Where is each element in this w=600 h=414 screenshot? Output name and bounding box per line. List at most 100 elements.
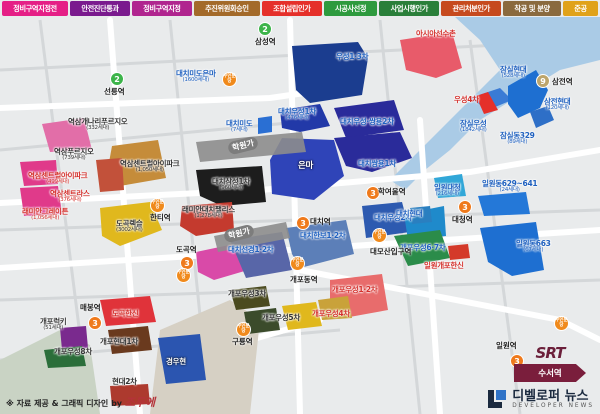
station-daechi[interactable]: 대치역 (310, 216, 331, 227)
legend-item-8: 착공 및 분양 (503, 1, 561, 16)
station-seolleung[interactable]: 선릉역 (104, 86, 125, 97)
label-ilwon663[interactable]: 일원동663 (67세대) (516, 240, 551, 254)
label-daechiwoosung1-sub: (476세대) (285, 114, 309, 121)
credit-signature: 조두에 (124, 396, 156, 409)
label-jamsil329[interactable]: 잠실동329 (89세대) (500, 132, 535, 146)
label-daechihansung12[interactable]: 대치한보1·2차 (300, 232, 346, 240)
label-dogokhanshin[interactable]: 도곡한신 (112, 310, 139, 318)
bundang-badge-5: 수인분당 (372, 228, 387, 243)
label-gaepolucky[interactable]: 개포럭키 (51세대) (40, 318, 67, 332)
map-page: { "legend": [ {"label":"정비구역지정전","color"… (0, 0, 600, 414)
station-hanti[interactable]: 한티역 (150, 212, 171, 223)
station-maebong[interactable]: 매봉역 (80, 302, 101, 313)
credit-body: ※ 자료 제공 & 그래픽 디자인 by (6, 399, 123, 408)
bundang-badge-3: 수인분당 (176, 268, 191, 283)
bundang-badge-2: 수인분당 (150, 198, 165, 213)
line3-badge-daechi: 3 (296, 216, 310, 230)
legend-item-0: 정비구역지정전 (2, 1, 69, 16)
station-guryong[interactable]: 구룡역 (232, 336, 253, 347)
label-yeoksamsentrepas-sub: (1,050세대) (135, 166, 164, 173)
legend-item-7: 관리처분인가 (441, 1, 502, 16)
label-daechiseonkyung12[interactable]: 대치선경1·2차 (228, 246, 274, 254)
label-hyundai2[interactable]: 현대2차 (112, 378, 137, 386)
label-daechiwoosung1[interactable]: 대치우성1차 (476세대) (278, 108, 316, 122)
station-daecheong[interactable]: 대청역 (452, 214, 473, 225)
label-yeoksamgaenari[interactable]: 역삼개나리푸르지오 (332세대) (68, 118, 128, 132)
label-daechimidoeun-sub: (1600세대) (182, 76, 210, 83)
legend-item-2: 정비구역지정 (131, 1, 192, 16)
label-gaepowoosung12[interactable]: 개포우성1·2차 (332, 286, 378, 294)
label-yeoksamcentrepas-sub: (376세대) (58, 196, 82, 203)
complex-ilwonhanshin (448, 244, 470, 260)
label-daechisamsung1[interactable]: 대치삼성1차 (960세대) (212, 178, 250, 192)
credit-text: ※ 자료 제공 & 그래픽 디자인 by 조두에 (6, 394, 155, 410)
label-ilwonhanshin[interactable]: 일원개포한신 (424, 262, 464, 270)
label-woosung1-3[interactable]: 우성1·3차 (336, 53, 368, 61)
legend-item-9: 준공 (562, 1, 598, 16)
label-jamsilhyundai[interactable]: 잠실현대 (528세대) (500, 66, 527, 80)
label-yeoksamgaenari-sub: (332세대) (86, 124, 110, 131)
label-dogokrexle[interactable]: 도곡렉슬 (3002세대) (116, 220, 143, 234)
brand-name: 디벨로퍼 뉴스 (512, 388, 589, 404)
line3-badge-maebong: 3 (88, 316, 102, 330)
complex-asiaseonsu (400, 32, 462, 78)
legend-item-3: 추진위원회승인 (193, 1, 260, 16)
bundang-badge-6: 수인분당 (554, 316, 569, 331)
label-asiaseonsu[interactable]: 아시아선수촌 (416, 30, 456, 38)
label-ilwonhyundai[interactable]: 일원대청 (216세대) (434, 184, 461, 198)
label-gaepowoosung8[interactable]: 개포우성8차 (54, 348, 92, 356)
station-hakyeoul[interactable]: 학여울역 (378, 186, 406, 197)
label-woosung4[interactable]: 우성4차 (454, 96, 479, 104)
label-eunma[interactable]: 은마 (298, 162, 313, 171)
label-daechisamsung1-sub: (960세대) (219, 184, 243, 191)
label-daechihyundai[interactable]: 대치현대 (396, 210, 423, 218)
label-rahdaechi-palace-sub: (1,278세대) (194, 212, 223, 219)
label-gaepowoosung3[interactable]: 개포우성3차 (228, 290, 266, 298)
bundang-badge-1: 수인분당 (222, 72, 237, 87)
bundang-badge-7: 수인분당 (236, 322, 251, 337)
line2-badge-seolleung: 2 (110, 72, 124, 86)
label-yeoksamcentrepas[interactable]: 역삼센트라스 (376세대) (50, 190, 90, 204)
label-daechissangyong1[interactable]: 대치쌍용1차 (358, 160, 396, 168)
label-jamsilhyundai-sub: (528세대) (501, 72, 526, 79)
label-yeoksampurgio-sub: (739세대) (62, 154, 86, 161)
line2-badge-samsung: 2 (258, 22, 272, 36)
label-samjeonhyundai-sub: (120세대) (545, 104, 570, 111)
label-samjeonhyundai[interactable]: 삼전현대 (120세대) (544, 98, 571, 112)
developer-news-logo-icon (488, 390, 507, 408)
brand-sub: DEVELOPER NEWS (512, 402, 594, 409)
label-jamsilwoosung-sub: (1842세대) (460, 126, 487, 133)
label-yeoksampurgio[interactable]: 역삼푸르지오 (739세대) (54, 148, 94, 162)
station-gaepodong[interactable]: 개포동역 (290, 274, 318, 285)
legend-item-5: 시공사선정 (323, 1, 378, 16)
label-ilwon629[interactable]: 일원동629~641 (24세대) (482, 180, 538, 194)
station-dogok[interactable]: 도곡역 (176, 244, 197, 255)
label-daechimiji-sub: (7세대) (230, 126, 248, 133)
label-rahgrand[interactable]: 래미안그레이튼 (1,056세대) (22, 208, 69, 222)
label-gaepogyeongwoo[interactable]: 경우현 (166, 358, 186, 366)
label-yeoksamsentral[interactable]: 역삼센트럴아이파크 (499세대) (28, 172, 88, 186)
legend-item-6: 사업시행인가 (379, 1, 440, 16)
label-jamsilwoosung[interactable]: 잠실우성 (1842세대) (460, 120, 487, 134)
label-ilwon629-sub: (24세대) (499, 186, 520, 193)
station-daemosan[interactable]: 대모산입구역 (370, 246, 411, 257)
label-gaepohyundai1[interactable]: 개포현대1차 (100, 338, 138, 346)
developer-news-brand: 디벨로퍼 뉴스 DEVELOPER NEWS (486, 388, 594, 410)
station-samjeon[interactable]: 삼전역 (552, 76, 573, 87)
label-dogokrexle-sub: (3002세대) (116, 226, 143, 233)
line3-badge-daecheong: 3 (458, 200, 472, 214)
label-daechimiji[interactable]: 대치미도 (7세대) (226, 120, 253, 134)
srt-arrow-label: 수서역 (514, 364, 586, 382)
legend-item-1: 안전진단통과 (70, 1, 130, 16)
label-gaepolucky-sub: (51세대) (43, 324, 64, 331)
label-daechimidoeun[interactable]: 대치미도은마 (1600세대) (176, 70, 216, 84)
srt-logo: SRT (535, 344, 566, 362)
srt-suseo[interactable]: SRT 수서역 (514, 344, 586, 382)
label-rahdaechi-palace[interactable]: 래미안대치팰리스 (1,278세대) (182, 206, 235, 220)
label-gaepowoosung4[interactable]: 개포우성4차 (312, 310, 350, 318)
label-gaepowoosung5[interactable]: 개포우성5차 (262, 314, 300, 322)
legend-bar: 정비구역지정전 안전진단통과 정비구역지정 추진위원회승인 조합설립인가 시공사선정 사업시… (0, 0, 600, 17)
label-daechiwoosung-ssangyong2[interactable]: 대치우성·쌍용2차 (340, 118, 394, 126)
label-yeoksamsentrepas[interactable]: 역삼센트럴아이파크 (1,050세대) (120, 160, 180, 174)
station-samsung[interactable]: 삼성역 (255, 36, 276, 47)
